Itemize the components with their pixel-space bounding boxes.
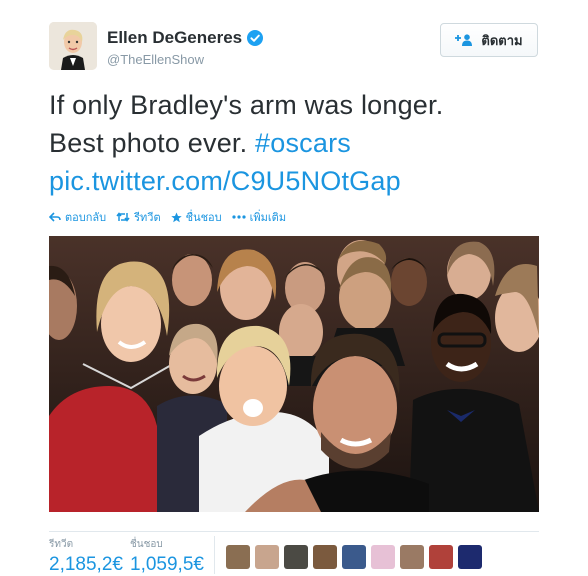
pic-link[interactable]: pic.twitter.com/C9U5NOtGap bbox=[49, 162, 549, 200]
reply-action[interactable]: ตอบกลับ bbox=[49, 208, 106, 226]
retweet-stat[interactable]: รีทวีต 2,185,2€ bbox=[49, 537, 123, 576]
tweet-line-2: Best photo ever. #oscars bbox=[49, 124, 549, 162]
retweet-action[interactable]: รีทวีต bbox=[116, 208, 161, 226]
account-handle[interactable]: @TheEllenShow bbox=[107, 52, 204, 67]
tweet-text: If only Bradley's arm was longer. Best p… bbox=[49, 86, 549, 200]
reply-label: ตอบกลับ bbox=[65, 212, 107, 224]
oscars-selfie-image bbox=[49, 236, 539, 512]
account-fullname[interactable]: Ellen DeGeneres bbox=[107, 28, 242, 48]
favoriter-avatar[interactable] bbox=[313, 545, 337, 569]
favoriter-avatar[interactable] bbox=[429, 545, 453, 569]
account-name-row: Ellen DeGeneres bbox=[107, 28, 264, 48]
add-user-icon bbox=[455, 34, 473, 46]
favorite-label: ชื่นชอบ bbox=[185, 212, 222, 224]
more-label: เพิ่มเติม bbox=[249, 212, 287, 224]
retweet-icon bbox=[116, 212, 130, 222]
favoriter-avatars bbox=[226, 545, 487, 569]
follow-label: ติดตาม bbox=[481, 32, 523, 48]
favoriter-avatar[interactable] bbox=[226, 545, 250, 569]
favorite-stat-value: 1,059,5€ bbox=[130, 554, 204, 575]
more-dots-icon bbox=[232, 215, 246, 219]
favorite-stat[interactable]: ชื่นชอบ 1,059,5€ bbox=[130, 537, 206, 576]
favoriter-avatar[interactable] bbox=[400, 545, 424, 569]
hashtag-link[interactable]: #oscars bbox=[255, 128, 351, 158]
tweet-line-2-text: Best photo ever. bbox=[49, 128, 256, 158]
avatar-image bbox=[49, 22, 97, 70]
stats-separator bbox=[49, 531, 539, 532]
reply-icon bbox=[49, 212, 61, 222]
more-action[interactable]: เพิ่มเติม bbox=[232, 208, 286, 226]
retweet-stat-value: 2,185,2€ bbox=[49, 554, 123, 575]
favorite-stat-label: ชื่นชอบ bbox=[130, 539, 163, 550]
tweet-photo[interactable] bbox=[49, 236, 539, 512]
stats-divider bbox=[214, 536, 215, 574]
profile-avatar[interactable] bbox=[49, 22, 97, 70]
follow-button[interactable]: ติดตาม bbox=[440, 23, 538, 57]
tweet-actions: ตอบกลับ รีทวีต ชื่นชอบ เพิ่มเติม bbox=[49, 208, 296, 226]
star-icon bbox=[170, 212, 182, 222]
favoriter-avatar[interactable] bbox=[284, 545, 308, 569]
favoriter-avatar[interactable] bbox=[255, 545, 279, 569]
retweet-label: รีทวีต bbox=[134, 212, 161, 224]
retweet-stat-label: รีทวีต bbox=[49, 539, 74, 550]
favoriter-avatar[interactable] bbox=[371, 545, 395, 569]
verified-badge-icon bbox=[247, 30, 264, 46]
favoriter-avatar[interactable] bbox=[458, 545, 482, 569]
favoriter-avatar[interactable] bbox=[342, 545, 366, 569]
favorite-action[interactable]: ชื่นชอบ bbox=[170, 208, 222, 226]
tweet-line-1: If only Bradley's arm was longer. bbox=[49, 90, 444, 120]
